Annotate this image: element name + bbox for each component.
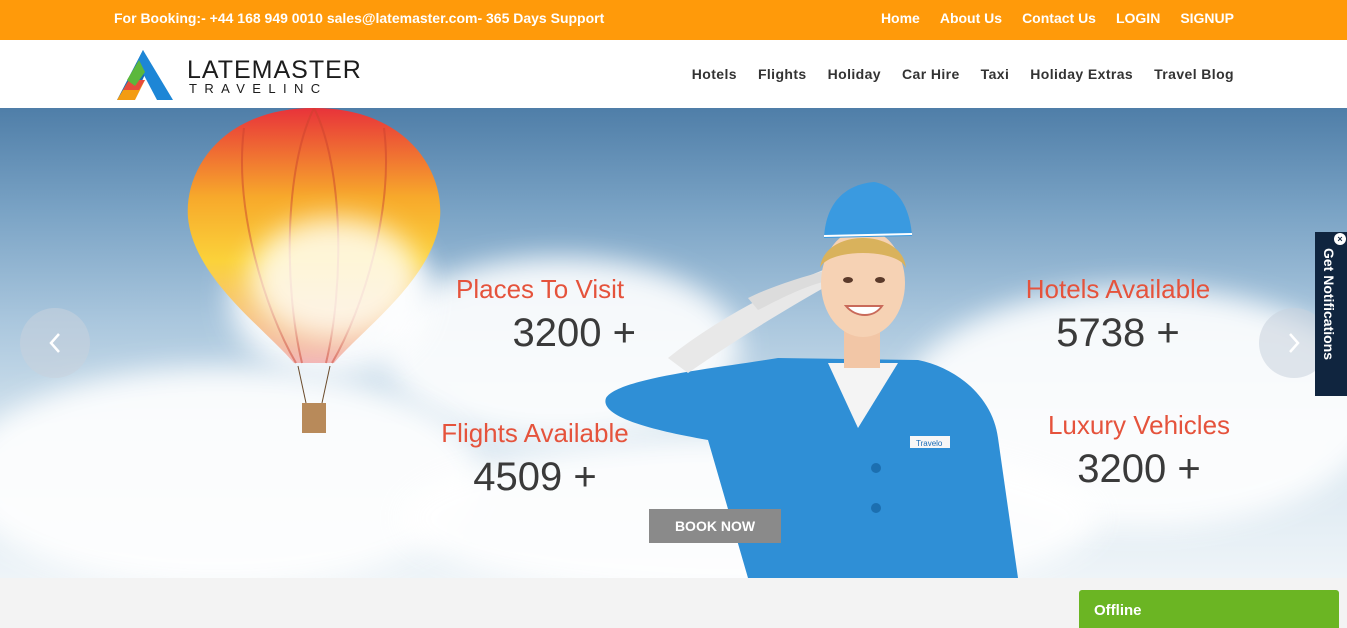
stat-label: Hotels Available <box>1025 274 1211 304</box>
top-link-contact-us[interactable]: Contact Us <box>1022 10 1096 26</box>
logo[interactable]: LATEMASTER TRAVELINC <box>115 50 361 102</box>
chat-widget-offline[interactable]: Offline <box>1079 590 1339 628</box>
top-link-login[interactable]: LOGIN <box>1116 10 1160 26</box>
stat-label: Places To Visit <box>456 274 625 304</box>
nav-flights[interactable]: Flights <box>758 66 807 82</box>
stat-hotels-available: Hotels Available 5738 + <box>1020 274 1216 356</box>
hero-slider: Travelo Places To Visit 3200 + Flights A… <box>0 108 1347 578</box>
close-icon[interactable]: × <box>1334 233 1346 245</box>
chevron-left-icon <box>49 333 60 353</box>
stat-label: Luxury Vehicles <box>1047 410 1231 440</box>
stat-value: 4509 + <box>473 455 597 499</box>
nav-taxi[interactable]: Taxi <box>981 66 1010 82</box>
stat-places-to-visit: Places To Visit 3200 + <box>456 274 636 356</box>
top-link-home[interactable]: Home <box>881 10 920 26</box>
name-badge-text: Travelo <box>916 439 943 448</box>
nav-holiday-extras[interactable]: Holiday Extras <box>1030 66 1133 82</box>
get-notifications-tab[interactable]: × Get Notifications <box>1315 232 1347 396</box>
cloud <box>250 218 420 338</box>
top-link-signup[interactable]: SIGNUP <box>1180 10 1234 26</box>
stat-luxury-vehicles: Luxury Vehicles 3200 + <box>1044 410 1234 492</box>
logo-mark-icon <box>117 50 173 100</box>
booking-contact: For Booking:- +44 168 949 0010 sales@lat… <box>114 10 605 26</box>
stat-label: Flights Available <box>441 418 629 448</box>
nav-hotels[interactable]: Hotels <box>692 66 737 82</box>
chevron-right-icon <box>1289 333 1300 353</box>
slider-prev-button[interactable] <box>20 308 90 378</box>
nav-car-hire[interactable]: Car Hire <box>902 66 960 82</box>
nav-travel-blog[interactable]: Travel Blog <box>1154 66 1234 82</box>
main-nav: Hotels Flights Holiday Car Hire Taxi Hol… <box>692 66 1234 82</box>
top-bar: For Booking:- +44 168 949 0010 sales@lat… <box>0 0 1347 40</box>
stat-flights-available: Flights Available 4509 + <box>440 418 630 500</box>
top-links: Home About Us Contact Us LOGIN SIGNUP <box>881 10 1234 26</box>
nav-holiday[interactable]: Holiday <box>828 66 881 82</box>
stat-value: 3200 + <box>512 311 636 355</box>
logo-subtitle: TRAVELINC <box>189 81 328 96</box>
book-now-button[interactable]: BOOK NOW <box>649 509 781 543</box>
stat-value: 3200 + <box>1077 447 1201 491</box>
header: LATEMASTER TRAVELINC Hotels Flights Holi… <box>0 40 1347 108</box>
stat-value: 5738 + <box>1056 311 1180 355</box>
get-notifications-label: Get Notifications <box>1321 248 1337 361</box>
top-link-about-us[interactable]: About Us <box>940 10 1002 26</box>
chat-status-label: Offline <box>1094 602 1142 619</box>
